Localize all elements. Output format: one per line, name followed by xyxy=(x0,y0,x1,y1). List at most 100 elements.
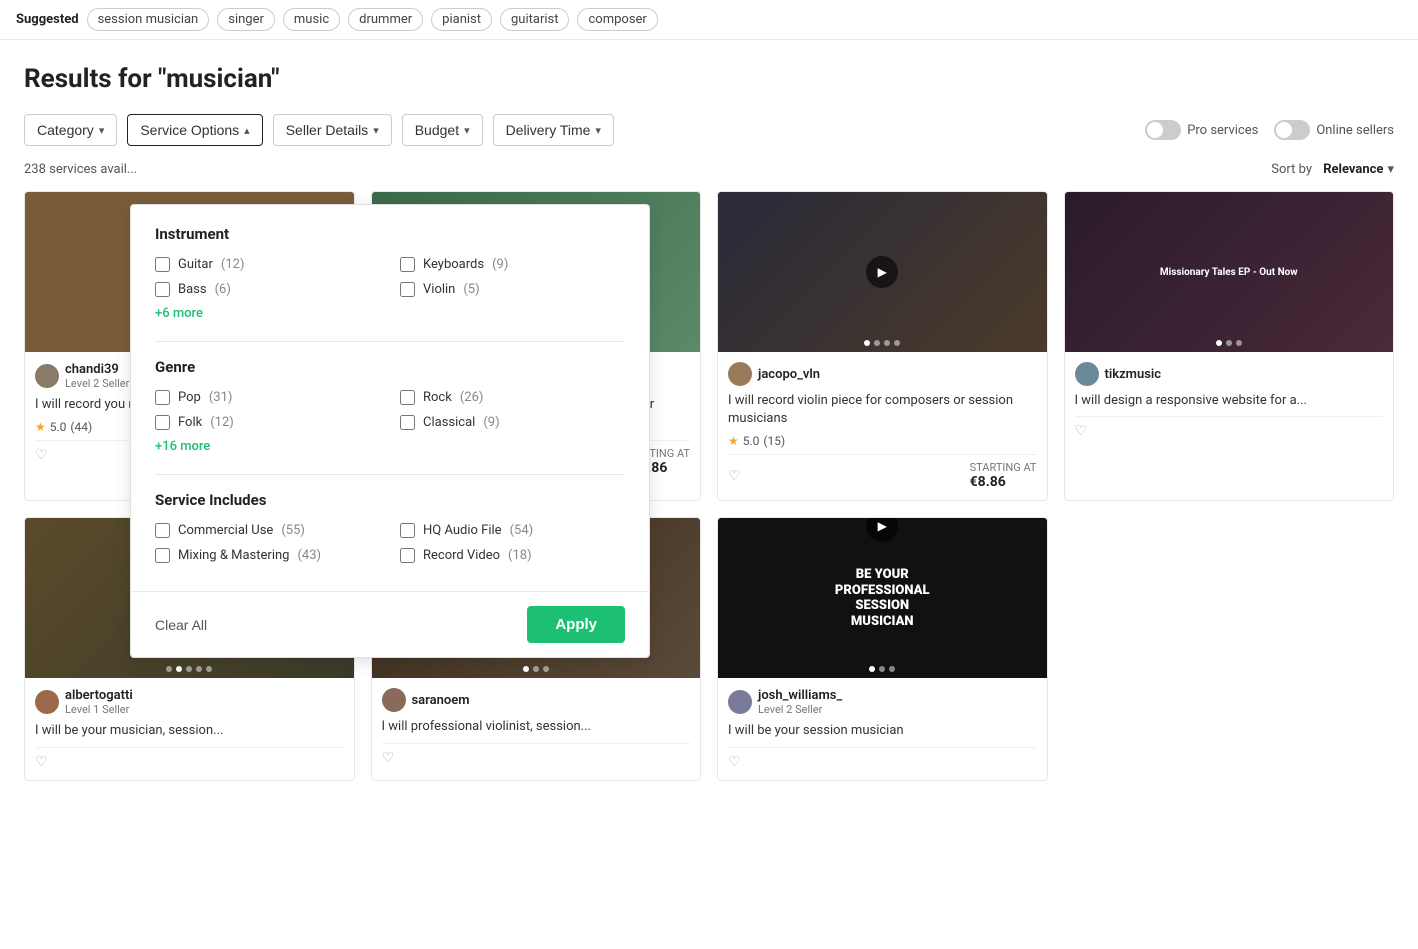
checkbox-record-video[interactable]: Record Video (18) xyxy=(400,548,625,563)
checkbox-classical-input[interactable] xyxy=(400,415,415,430)
seller-name-1[interactable]: chandi39 xyxy=(65,362,129,377)
checkbox-pop-input[interactable] xyxy=(155,390,170,405)
heart-icon-4[interactable]: ♡ xyxy=(1075,423,1088,439)
tag-singer[interactable]: singer xyxy=(217,8,275,31)
checkbox-mixing-mastering-input[interactable] xyxy=(155,548,170,563)
online-sellers-toggle[interactable] xyxy=(1274,120,1310,140)
card-rating-3: ★ 5.0 (15) xyxy=(728,434,1037,448)
checkbox-bass-input[interactable] xyxy=(155,282,170,297)
card-image-7: BE YOURPROFESSIONALSESSIONMUSICIAN ▶ xyxy=(718,518,1047,678)
seller-details-filter[interactable]: Seller Details ▾ xyxy=(273,114,392,146)
seller-name-6[interactable]: saranoem xyxy=(412,693,470,708)
dropdown-inner: Instrument Guitar (12) Keyboards (9) Bas… xyxy=(131,205,649,591)
seller-name-3[interactable]: jacopo_vln xyxy=(758,367,820,382)
checkbox-guitar[interactable]: Guitar (12) xyxy=(155,257,380,272)
play-button-3[interactable]: ▶ xyxy=(866,256,898,288)
play-button-7[interactable]: ▶ xyxy=(866,518,898,542)
card-7: BE YOURPROFESSIONALSESSIONMUSICIAN ▶ jos… xyxy=(717,517,1048,780)
results-count: 238 services avail... xyxy=(24,162,137,177)
checkbox-violin-label: Violin xyxy=(423,282,455,297)
card-footer-6: ♡ xyxy=(382,743,691,766)
heart-icon-5[interactable]: ♡ xyxy=(35,754,48,770)
seller-level-1: Level 2 Seller xyxy=(65,377,129,390)
delivery-time-filter[interactable]: Delivery Time ▾ xyxy=(493,114,614,146)
seller-name-5[interactable]: albertogatti xyxy=(65,688,133,703)
seller-row-4: tikzmusic xyxy=(1075,362,1384,386)
checkbox-rock-label: Rock xyxy=(423,390,452,405)
checkbox-commercial-use-input[interactable] xyxy=(155,523,170,538)
checkbox-rock[interactable]: Rock (26) xyxy=(400,390,625,405)
checkbox-keyboards-input[interactable] xyxy=(400,257,415,272)
checkbox-commercial-use[interactable]: Commercial Use (55) xyxy=(155,523,380,538)
tag-pianist[interactable]: pianist xyxy=(431,8,492,31)
checkbox-hq-audio-input[interactable] xyxy=(400,523,415,538)
tag-composer[interactable]: composer xyxy=(577,8,657,31)
checkbox-keyboards[interactable]: Keyboards (9) xyxy=(400,257,625,272)
genre-more-link[interactable]: +16 more xyxy=(155,439,210,454)
checkbox-hq-audio[interactable]: HQ Audio File (54) xyxy=(400,523,625,538)
budget-filter[interactable]: Budget ▾ xyxy=(402,114,483,146)
star-icon: ★ xyxy=(35,420,46,434)
avatar-5 xyxy=(35,690,59,714)
checkbox-mixing-mastering-label: Mixing & Mastering xyxy=(178,548,289,563)
checkbox-rock-input[interactable] xyxy=(400,390,415,405)
checkbox-commercial-use-count: (55) xyxy=(281,523,305,538)
dot xyxy=(869,666,875,672)
chevron-down-icon: ▾ xyxy=(373,124,379,137)
card-image-3: ▶ xyxy=(718,192,1047,352)
dot xyxy=(523,666,529,672)
instrument-more-link[interactable]: +6 more xyxy=(155,306,203,321)
heart-icon-1[interactable]: ♡ xyxy=(35,447,48,463)
card-body-5: albertogatti Level 1 Seller I will be yo… xyxy=(25,678,354,779)
dot xyxy=(1216,340,1222,346)
dot xyxy=(196,666,202,672)
checkbox-hq-audio-count: (54) xyxy=(510,523,534,538)
tag-guitarist[interactable]: guitarist xyxy=(500,8,569,31)
checkbox-folk-label: Folk xyxy=(178,415,202,430)
service-includes-checkboxes: Commercial Use (55) HQ Audio File (54) M… xyxy=(155,523,625,563)
seller-name-7[interactable]: josh_williams_ xyxy=(758,688,842,703)
dot xyxy=(1226,340,1232,346)
page-title: Results for "musician" xyxy=(24,64,1394,94)
apply-button[interactable]: Apply xyxy=(527,606,625,643)
clear-all-button[interactable]: Clear All xyxy=(155,617,207,633)
seller-name-4[interactable]: tikzmusic xyxy=(1105,367,1162,382)
suggestion-bar: Suggested session musician singer music … xyxy=(0,0,1418,40)
instrument-section-title: Instrument xyxy=(155,225,625,243)
tag-music[interactable]: music xyxy=(283,8,340,31)
star-icon: ★ xyxy=(728,434,739,448)
dot xyxy=(186,666,192,672)
avatar-3 xyxy=(728,362,752,386)
checkbox-violin-input[interactable] xyxy=(400,282,415,297)
category-filter[interactable]: Category ▾ xyxy=(24,114,117,146)
checkbox-mixing-mastering[interactable]: Mixing & Mastering (43) xyxy=(155,548,380,563)
suggested-label[interactable]: Suggested xyxy=(16,12,79,27)
chevron-down-icon: ▾ xyxy=(99,124,105,137)
checkbox-folk[interactable]: Folk (12) xyxy=(155,415,380,430)
checkbox-classical[interactable]: Classical (9) xyxy=(400,415,625,430)
card-footer-5: ♡ xyxy=(35,747,344,770)
heart-icon-6[interactable]: ♡ xyxy=(382,750,395,766)
dot xyxy=(176,666,182,672)
sort-by[interactable]: Sort by Relevance ▾ xyxy=(1271,162,1394,177)
genre-checkboxes: Pop (31) Rock (26) Folk (12) Classical (… xyxy=(155,390,625,430)
pro-services-toggle[interactable] xyxy=(1145,120,1181,140)
checkbox-rock-count: (26) xyxy=(460,390,484,405)
checkbox-violin[interactable]: Violin (5) xyxy=(400,282,625,297)
card-title-6: I will professional violinist, session..… xyxy=(382,718,691,736)
checkbox-bass[interactable]: Bass (6) xyxy=(155,282,380,297)
dot xyxy=(894,340,900,346)
tag-session-musician[interactable]: session musician xyxy=(87,8,210,31)
heart-icon-3[interactable]: ♡ xyxy=(728,468,741,484)
service-options-filter[interactable]: Service Options ▴ xyxy=(127,114,262,146)
checkbox-folk-input[interactable] xyxy=(155,415,170,430)
tag-drummer[interactable]: drummer xyxy=(348,8,423,31)
card-4: Missionary Tales EP - Out Now tikzmusic … xyxy=(1064,191,1395,501)
checkbox-record-video-input[interactable] xyxy=(400,548,415,563)
service-options-dropdown: Instrument Guitar (12) Keyboards (9) Bas… xyxy=(130,204,650,658)
checkbox-pop[interactable]: Pop (31) xyxy=(155,390,380,405)
checkbox-guitar-input[interactable] xyxy=(155,257,170,272)
card-body-6: saranoem I will professional violinist, … xyxy=(372,678,701,775)
heart-icon-7[interactable]: ♡ xyxy=(728,754,741,770)
rating-count: (44) xyxy=(70,420,92,434)
